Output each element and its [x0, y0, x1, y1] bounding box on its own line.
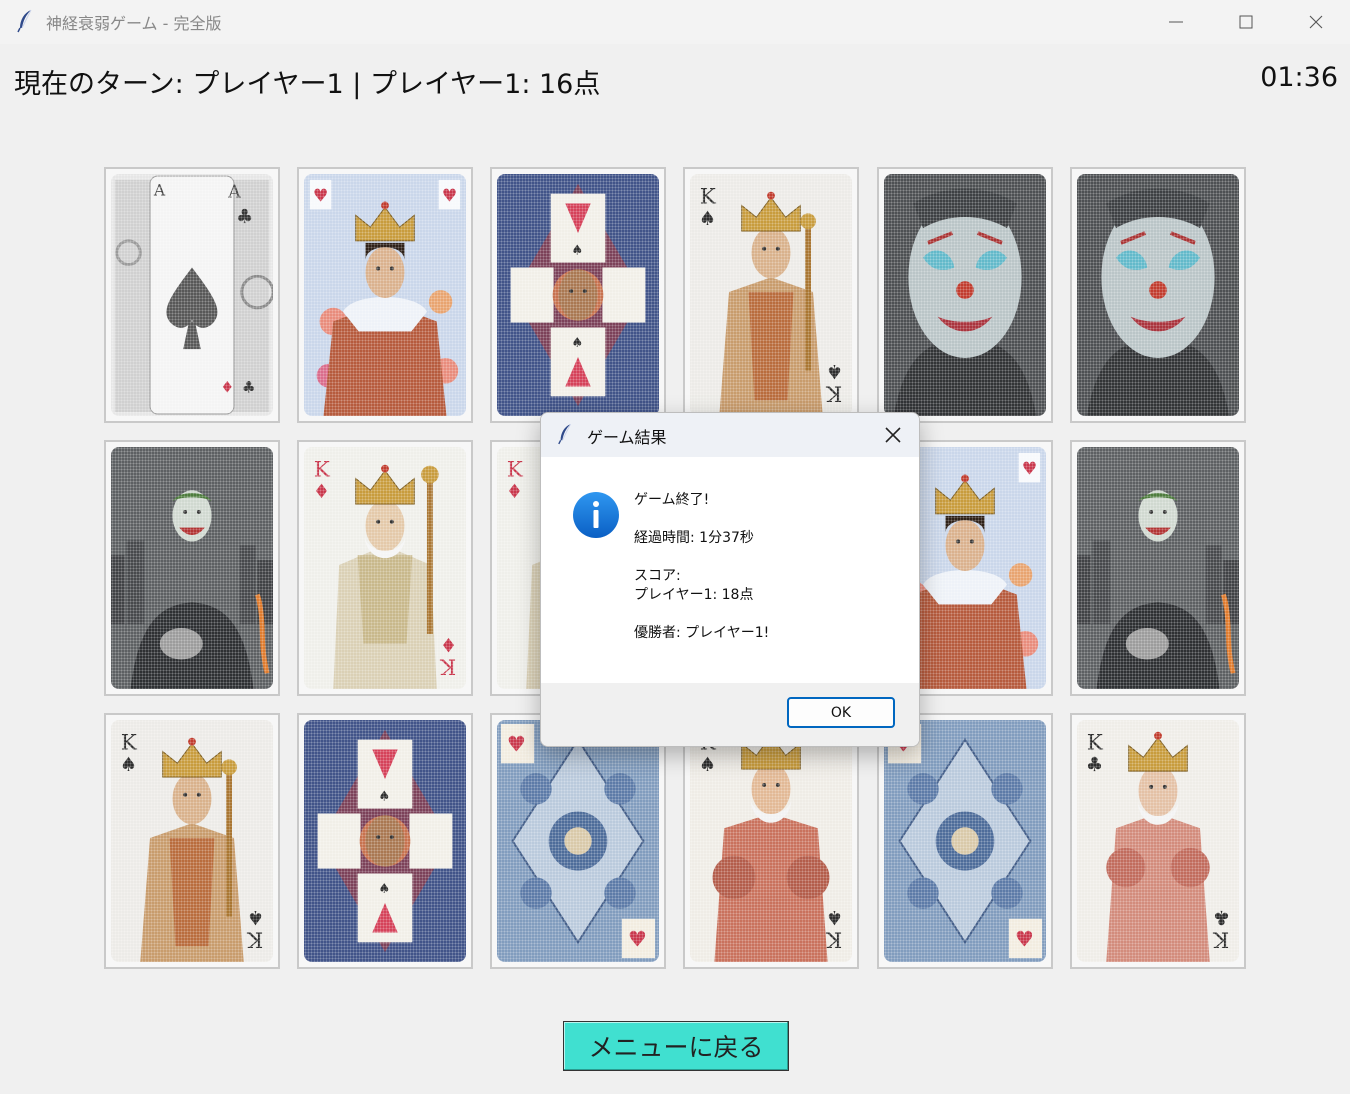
message-line [634, 548, 769, 567]
card[interactable]: AA♣♦♣ [104, 167, 280, 423]
dialog-message: ゲーム終了! 経過時間: 1分37秒 スコア: プレイヤー1: 18点 優勝者:… [634, 491, 769, 643]
dialog-close-button[interactable] [873, 415, 913, 455]
card[interactable]: ♥♥ [297, 167, 473, 423]
info-icon [573, 492, 619, 538]
card-face: K♠K♠ [111, 720, 273, 962]
minimize-button[interactable] [1141, 0, 1211, 44]
dialog-title: ゲーム結果 [587, 428, 667, 447]
card[interactable]: K♠K♠ [104, 713, 280, 969]
card[interactable]: K♠K♠ [683, 167, 859, 423]
card-face: AA♣♦♣ [111, 174, 273, 416]
card-face [884, 174, 1046, 416]
dialog-titlebar: ゲーム結果 [541, 413, 919, 457]
card[interactable]: K♠K♠ [683, 713, 859, 969]
message-line [634, 510, 769, 529]
card-face: K♠K♠ [690, 720, 852, 962]
close-button[interactable] [1281, 0, 1350, 44]
card[interactable]: ♥♥ [877, 713, 1053, 969]
card-face [111, 447, 273, 689]
message-line: スコア: [634, 568, 681, 584]
message-line: ゲーム終了! [634, 492, 710, 508]
card-face: ♥♥ [304, 174, 466, 416]
close-icon [1309, 15, 1323, 29]
card[interactable] [104, 440, 280, 696]
card-face: ♥♥ [497, 720, 659, 962]
feather-icon [17, 9, 32, 33]
card-face: K♣K♣ [1077, 720, 1239, 962]
card-face: ♠♠ [497, 174, 659, 416]
card[interactable] [1070, 167, 1246, 423]
card[interactable] [1070, 440, 1246, 696]
close-icon [885, 427, 901, 443]
window-titlebar: 神経衰弱ゲーム - 完全版 [0, 0, 1350, 44]
feather-icon [558, 423, 571, 445]
message-line [634, 605, 769, 624]
dialog-body: ゲーム終了! 経過時間: 1分37秒 スコア: プレイヤー1: 18点 優勝者:… [541, 457, 919, 683]
maximize-button[interactable] [1211, 0, 1281, 44]
dialog-footer: OK [541, 683, 919, 746]
card-face [1077, 447, 1239, 689]
card-face [1077, 174, 1239, 416]
card[interactable]: ♠♠ [490, 167, 666, 423]
card-face: ♠♠ [304, 720, 466, 962]
card-face: K♦K♦ [304, 447, 466, 689]
message-line: プレイヤー1: 18点 [634, 587, 754, 603]
card-face: K♠K♠ [690, 174, 852, 416]
message-line: 優勝者: プレイヤー1! [634, 625, 770, 641]
ok-button[interactable]: OK [787, 697, 895, 728]
turn-score-status: 現在のターン: プレイヤー1 | プレイヤー1: 16点 [14, 69, 601, 100]
back-to-menu-button[interactable]: メニューに戻る [563, 1021, 789, 1071]
elapsed-timer: 01:36 [1260, 62, 1338, 93]
message-line: 経過時間: 1分37秒 [634, 530, 754, 546]
window-title: 神経衰弱ゲーム - 完全版 [46, 14, 222, 33]
minimize-icon [1169, 21, 1183, 23]
card[interactable]: ♠♠ [297, 713, 473, 969]
card[interactable] [877, 167, 1053, 423]
game-result-dialog: ゲーム結果 ゲーム終了! 経過時間: 1分37秒 スコア: プレイヤー1: 18… [540, 412, 920, 747]
card[interactable]: ♥♥ [490, 713, 666, 969]
maximize-icon [1239, 15, 1253, 29]
card[interactable]: K♦K♦ [297, 440, 473, 696]
card[interactable]: K♣K♣ [1070, 713, 1246, 969]
card-face: ♥♥ [884, 720, 1046, 962]
